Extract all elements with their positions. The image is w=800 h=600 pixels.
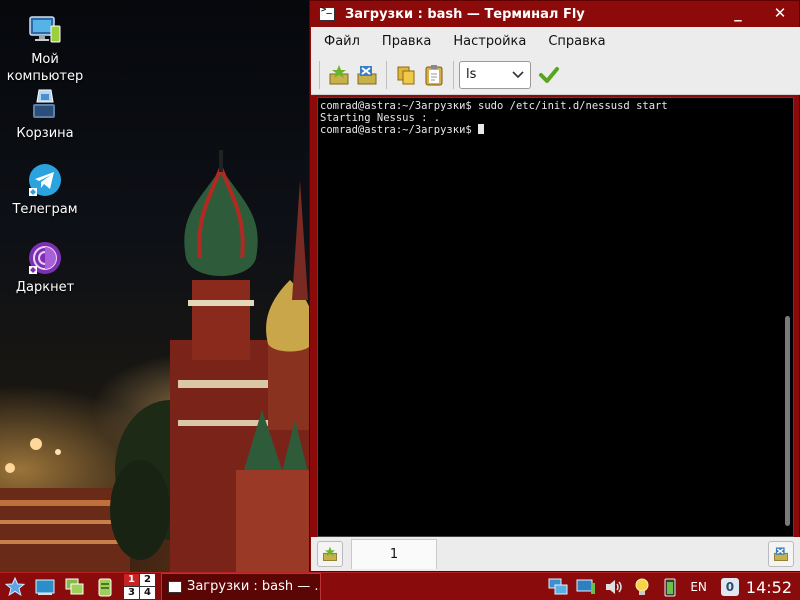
menu-bar: Файл Правка Настройка Справка [311,27,800,55]
terminal-window[interactable]: Загрузки : bash — Терминал Fly _ ✕ Файл … [309,0,800,572]
clock[interactable]: 14:52 [746,578,792,597]
menu-help[interactable]: Справка [548,34,605,49]
menu-settings[interactable]: Настройка [453,34,526,49]
workspace-1[interactable]: 1 [124,574,139,586]
task-title: Загрузки : bash — ... [187,579,321,594]
workspace-3[interactable]: 3 [124,587,139,599]
close-tab-icon [357,65,377,84]
taskbar: 1 2 3 4 Загрузки : bash — ... EN 0 14:52 [0,572,800,600]
display-button[interactable] [576,577,596,597]
toolbar: ls [311,55,800,95]
trash-icon [33,89,55,118]
new-tab-icon [323,546,337,561]
taskbar-terminal-button[interactable]: Загрузки : bash — ... [161,572,321,600]
notifications-badge[interactable]: 0 [720,578,739,596]
minimize-icon[interactable]: _ [727,3,749,23]
show-desktop-button[interactable] [34,576,56,598]
speaker-icon [606,580,623,594]
terminal-icon [319,5,335,21]
tips-button[interactable] [632,577,652,597]
windows-icon [65,578,84,594]
copy-button[interactable] [392,61,420,89]
desktop-icon-darknet[interactable]: Даркнет [2,240,88,296]
window-titlebar[interactable]: Загрузки : bash — Терминал Fly _ ✕ [310,1,799,27]
terminal-line: comrad@astra:~/Загрузки$ [320,124,479,136]
window-title: Загрузки : bash — Терминал Fly [345,6,585,22]
workspace-pager[interactable]: 1 2 3 4 [124,574,155,599]
terminal-icon [168,580,182,593]
star-icon [5,576,25,596]
tab-bar: 1 [311,537,800,571]
tab-label: 1 [389,547,399,562]
new-tab-button[interactable] [325,61,353,89]
close-tab-small-button[interactable] [768,541,794,567]
keyboard-layout-indicator[interactable]: EN [690,580,707,594]
terminal-line: Starting Nessus : . [320,112,441,124]
terminal-tab-1[interactable]: 1 [351,539,437,569]
menu-edit[interactable]: Правка [382,34,431,49]
start-menu-button[interactable] [4,576,26,598]
workspace-4[interactable]: 4 [140,587,155,599]
copy-icon [397,66,415,84]
toolbar-separator [453,60,454,89]
close-tab-icon [774,547,788,561]
desktop-icon-label: Телеграм [12,202,78,217]
monitor-icon [576,579,596,594]
desktop-icon-label: Мой [31,52,59,67]
terminal-prompt-line: comrad@astra:~/Загрузки$ [320,124,791,136]
desktop-icon [35,579,55,595]
computer-icon [29,16,61,43]
system-tray: EN 0 14:52 [540,573,800,600]
terminal-line: comrad@astra:~/Загрузки$ sudo /etc/init.… [320,100,668,112]
paste-button[interactable] [420,61,448,89]
battery-folder-icon [98,578,112,596]
tor-browser-icon [29,242,61,274]
new-tab-small-button[interactable] [317,541,343,567]
workspace-2[interactable]: 2 [140,574,155,586]
telegram-icon [29,164,61,196]
paste-icon [425,64,443,85]
checkmark-icon [539,66,559,83]
close-tab-button[interactable] [353,61,381,89]
toolbar-separator [319,60,320,89]
documents-button[interactable] [94,576,116,598]
desktop-icon-label: Корзина [16,126,74,141]
battery-button[interactable] [660,577,680,597]
new-tab-icon [329,64,349,84]
terminal-output[interactable]: comrad@astra:~/Загрузки$ sudo /etc/init.… [317,97,794,537]
chevron-down-icon [512,70,524,78]
volume-button[interactable] [604,577,624,597]
execute-button[interactable] [535,61,563,89]
desktop-icon-label: Даркнет [15,280,75,295]
battery-icon [664,578,676,597]
close-icon[interactable]: ✕ [769,3,791,23]
toolbar-separator [386,60,387,89]
desktop-icon-label: компьютер [6,69,84,84]
terminal-cursor [478,124,485,134]
network-icon [548,578,568,595]
desktop-icon-telegram[interactable]: Телеграм [2,162,88,218]
file-manager-button[interactable] [64,576,86,598]
desktop-icon-my-computer[interactable]: Мой компьютер [2,12,88,85]
command-combobox[interactable]: ls [459,60,531,89]
lightbulb-icon [635,578,649,595]
command-value: ls [466,67,477,82]
desktop-icon-trash[interactable]: Корзина [2,86,88,142]
network-button[interactable] [548,577,568,597]
terminal-scrollbar[interactable] [785,316,790,526]
menu-file[interactable]: Файл [324,34,360,49]
